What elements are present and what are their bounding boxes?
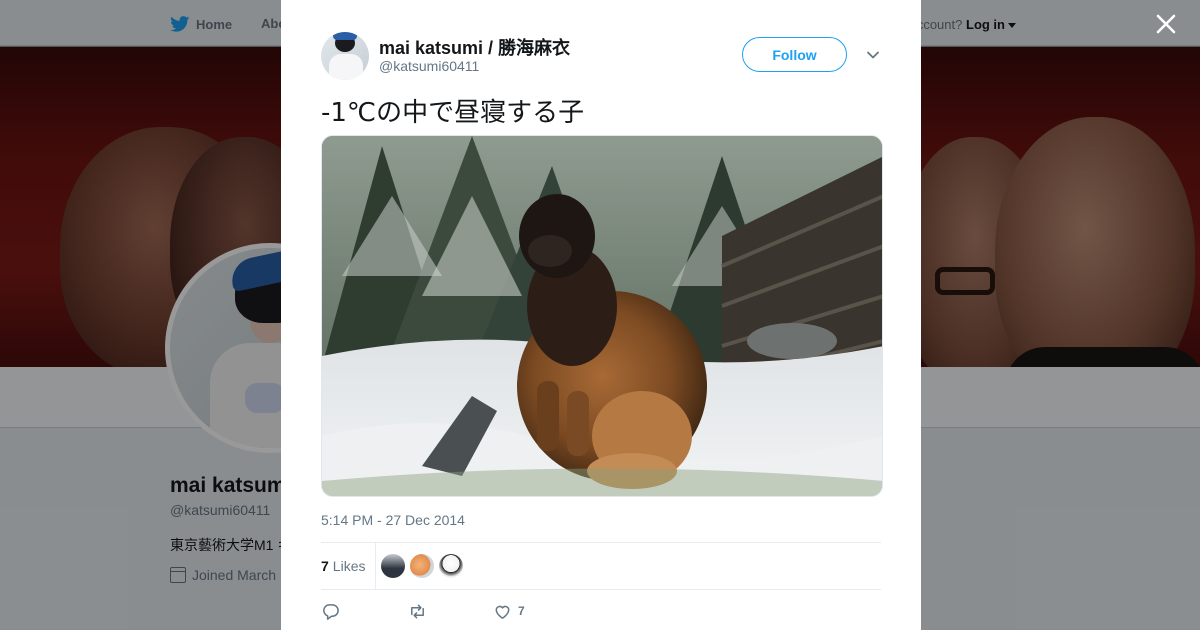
heart-icon <box>495 605 510 619</box>
retweet-icon <box>411 604 424 618</box>
tweet-actions: 7 <box>321 600 525 622</box>
close-button[interactable] <box>1152 10 1180 38</box>
liker-avatar[interactable] <box>410 554 435 578</box>
author-avatar[interactable] <box>321 32 369 80</box>
tweet-timestamp[interactable]: 5:14 PM - 27 Dec 2014 <box>321 512 465 528</box>
retweet-button[interactable] <box>408 602 433 621</box>
liker-avatar[interactable] <box>439 554 464 578</box>
tweet-modal: mai katsumi / 勝海麻衣 @katsumi60411 Follow … <box>281 0 921 630</box>
chevron-down-icon[interactable] <box>865 47 881 63</box>
close-icon <box>1156 14 1176 34</box>
divider <box>321 589 881 590</box>
like-count: 7 <box>518 604 525 618</box>
likes-row: 7 Likes <box>321 543 881 589</box>
liker-avatar[interactable] <box>381 554 406 578</box>
likes-count-label: Likes <box>332 558 366 574</box>
likes-count[interactable]: 7 Likes <box>321 543 377 589</box>
dog-in-snow-photo <box>322 136 882 496</box>
reply-icon <box>323 603 339 620</box>
follow-button[interactable]: Follow <box>742 37 847 72</box>
likes-count-number: 7 <box>321 558 329 574</box>
tweet-photo[interactable] <box>321 135 883 497</box>
like-button[interactable]: 7 <box>493 602 525 621</box>
reply-button[interactable] <box>321 602 346 621</box>
tweet-text: -1℃の中で昼寝する子 <box>321 98 585 128</box>
author-name[interactable]: mai katsumi / 勝海麻衣 <box>379 34 570 60</box>
author-handle[interactable]: @katsumi60411 <box>379 58 479 74</box>
